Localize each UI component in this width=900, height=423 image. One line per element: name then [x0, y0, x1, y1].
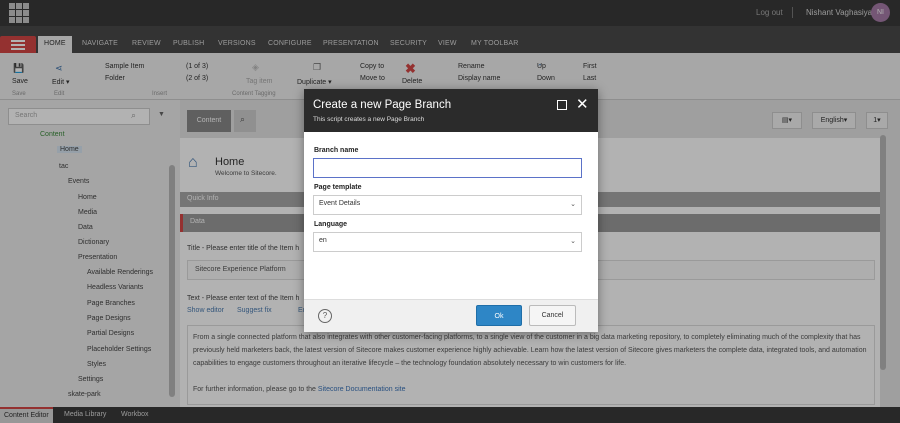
cancel-button[interactable]: Cancel: [529, 305, 576, 326]
dialog-header: Create a new Page Branch This script cre…: [304, 89, 598, 132]
page-template-label: Page template: [314, 184, 362, 191]
branch-name-input[interactable]: [313, 158, 582, 178]
language-select[interactable]: en ⌄: [313, 232, 582, 252]
branch-name-label: Branch name: [314, 147, 359, 154]
page-template-value: Event Details: [319, 200, 361, 207]
page-template-select[interactable]: Event Details ⌄: [313, 195, 582, 215]
dialog-subtitle: This script creates a new Page Branch: [313, 116, 425, 123]
language-label: Language: [314, 221, 348, 228]
ok-button[interactable]: Ok: [476, 305, 522, 326]
help-icon[interactable]: ?: [318, 309, 332, 323]
close-icon[interactable]: ✕: [576, 95, 589, 113]
language-value: en: [319, 237, 327, 244]
dialog-footer: ? Ok Cancel: [304, 299, 598, 332]
chevron-down-icon: ⌄: [570, 201, 576, 208]
create-page-branch-dialog: Create a new Page Branch This script cre…: [304, 89, 598, 332]
dialog-title: Create a new Page Branch: [313, 99, 452, 111]
chevron-down-icon: ⌄: [570, 238, 576, 245]
maximize-icon[interactable]: [557, 100, 567, 110]
